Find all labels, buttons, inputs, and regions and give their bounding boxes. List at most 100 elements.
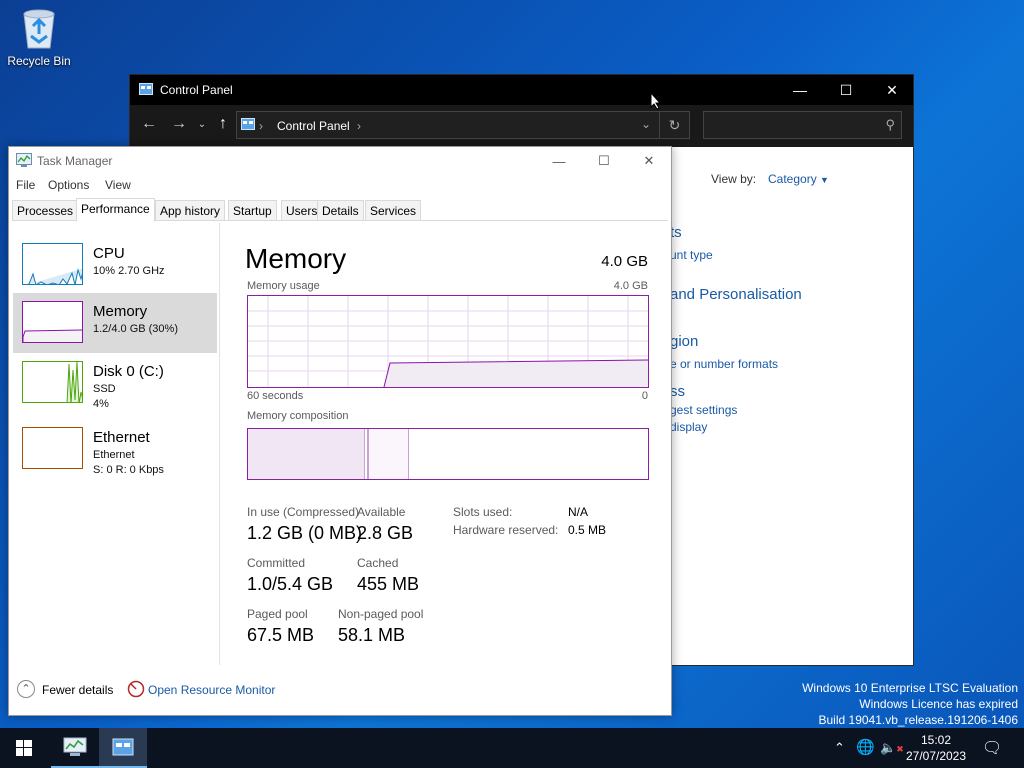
- in-use-segment: [248, 429, 365, 479]
- slots-used-label: Slots used:: [453, 505, 513, 519]
- sidebar-item-ethernet[interactable]: Ethernet Ethernet S: 0 R: 0 Kbps: [13, 419, 217, 479]
- slots-used-value: N/A: [568, 505, 589, 519]
- up-arrow-icon[interactable]: ↑: [211, 115, 235, 133]
- page-title: Memory: [245, 243, 347, 274]
- change-formats-link[interactable]: e or number formats: [670, 357, 778, 371]
- disk-type-text: SSD: [93, 383, 116, 395]
- recycle-bin-icon[interactable]: Recycle Bin: [4, 6, 74, 68]
- disk-usage-text: 4%: [93, 398, 109, 410]
- category-appearance-heading[interactable]: and Personalisation: [670, 286, 802, 303]
- fewer-details-button[interactable]: Fewer details: [42, 683, 113, 697]
- tab-processes[interactable]: Processes: [12, 200, 79, 221]
- network-globe-icon[interactable]: 🌐: [856, 738, 875, 756]
- watermark-line-3: Build 19041.vb_release.191206-1406: [818, 713, 1019, 727]
- tab-app-history[interactable]: App history: [155, 200, 226, 221]
- suggest-settings-link[interactable]: gest settings: [670, 403, 737, 417]
- address-path-box[interactable]: › Control Panel › ⌄: [236, 111, 660, 139]
- ethernet-adapter-text: Ethernet: [93, 449, 135, 461]
- minimize-button[interactable]: —: [536, 147, 582, 175]
- action-center-icon[interactable]: 🗨: [982, 738, 1002, 758]
- memory-detail-panel: Memory 4.0 GB Memory usage 4.0 GB 60 sec…: [221, 223, 671, 665]
- windows-logo-icon: [16, 740, 32, 756]
- memory-composition-bar: [247, 428, 649, 480]
- control-panel-icon: [139, 83, 153, 98]
- category-ease-of-access-heading[interactable]: ss: [670, 383, 685, 400]
- cpu-usage-text: 10% 2.70 GHz: [93, 265, 165, 277]
- optimise-display-link[interactable]: display: [670, 420, 707, 434]
- sidebar-item-disk[interactable]: Disk 0 (C:) SSD 4%: [13, 353, 217, 413]
- control-panel-small-icon: [241, 118, 255, 133]
- sidebar-item-memory[interactable]: Memory 1.2/4.0 GB (30%): [13, 293, 217, 353]
- tab-startup[interactable]: Startup: [228, 200, 277, 221]
- view-by-dropdown[interactable]: Category ▼: [768, 172, 829, 186]
- menu-file[interactable]: File: [16, 178, 35, 192]
- in-use-value: 1.2 GB (0 MB): [247, 523, 363, 543]
- non-paged-pool-label: Non-paged pool: [338, 607, 424, 621]
- tab-details[interactable]: Details: [317, 200, 364, 221]
- forward-arrow-icon[interactable]: →: [167, 115, 191, 133]
- cpu-thumbnail-graph: [22, 243, 83, 285]
- menu-view[interactable]: View: [105, 178, 131, 192]
- breadcrumb-chevron-icon[interactable]: ›: [357, 119, 361, 133]
- committed-value: 1.0/5.4 GB: [247, 574, 334, 594]
- control-panel-titlebar[interactable]: Control Panel — ☐ ✕: [130, 75, 913, 105]
- activation-watermark: Windows 10 Enterprise LTSC Evaluation Wi…: [802, 680, 1018, 728]
- ethernet-thumbnail-graph: [22, 427, 83, 469]
- maximize-button[interactable]: ☐: [823, 75, 869, 105]
- taskbar-clock[interactable]: 15:02 27/07/2023: [900, 732, 972, 764]
- back-arrow-icon[interactable]: ←: [137, 115, 161, 133]
- change-account-type-link[interactable]: unt type: [670, 248, 713, 262]
- task-manager-titlebar[interactable]: Task Manager — ☐ ✕: [9, 147, 671, 175]
- hardware-reserved-value: 0.5 MB: [568, 523, 607, 537]
- watermark-line-1: Windows 10 Enterprise LTSC Evaluation: [802, 681, 1018, 695]
- show-hidden-icons-chevron-icon[interactable]: ⌃: [834, 740, 845, 756]
- memory-usage-label: Memory usage: [247, 280, 320, 292]
- menu-options[interactable]: Options: [48, 178, 89, 192]
- ethernet-label: Ethernet: [93, 429, 150, 446]
- task-manager-window: Task Manager — ☐ ✕ File Options View Pro…: [8, 146, 672, 716]
- minimize-button[interactable]: —: [777, 75, 823, 105]
- breadcrumb-separator-icon: ›: [259, 119, 263, 133]
- memory-composition-label: Memory composition: [247, 410, 349, 422]
- control-panel-taskbar-icon: [112, 738, 134, 756]
- mouse-cursor-icon: [650, 92, 662, 110]
- cpu-label: CPU: [93, 245, 125, 262]
- memory-usage-graph: [247, 295, 649, 388]
- cached-value: 455 MB: [357, 574, 420, 594]
- resource-sidebar: CPU 10% 2.70 GHz Memory 1.2/4.0 GB (30%)…: [9, 223, 220, 665]
- memory-thumbnail-graph: [22, 301, 83, 343]
- category-region-heading[interactable]: gion: [670, 333, 698, 350]
- total-memory-text: 4.0 GB: [601, 253, 648, 270]
- available-label: Available: [357, 505, 406, 519]
- committed-label: Committed: [247, 556, 306, 570]
- search-input[interactable]: ⚲: [703, 111, 902, 139]
- taskbar-task-manager[interactable]: [51, 728, 99, 768]
- start-button[interactable]: [0, 728, 48, 768]
- standby-segment: [369, 429, 409, 479]
- paged-pool-label: Paged pool: [247, 607, 308, 621]
- tab-performance[interactable]: Performance: [76, 198, 155, 222]
- memory-usage-text: 1.2/4.0 GB (30%): [93, 323, 178, 335]
- search-icon: ⚲: [885, 117, 895, 132]
- chevron-up-icon[interactable]: ⌃: [17, 680, 35, 698]
- address-dropdown-icon[interactable]: ⌄: [641, 117, 651, 131]
- taskbar: ⌃ 🌐 🔈✖ 15:02 27/07/2023 🗨: [0, 728, 1024, 768]
- close-button[interactable]: ✕: [626, 147, 672, 175]
- maximize-button[interactable]: ☐: [581, 147, 627, 175]
- sidebar-item-cpu[interactable]: CPU 10% 2.70 GHz: [13, 235, 217, 295]
- taskbar-control-panel[interactable]: [99, 728, 147, 768]
- open-resource-monitor-link[interactable]: Open Resource Monitor: [148, 683, 275, 697]
- task-manager-title: Task Manager: [37, 154, 113, 168]
- watermark-line-2: Windows Licence has expired: [859, 697, 1018, 711]
- view-by-caret-icon: ▼: [820, 175, 829, 185]
- task-manager-taskbar-icon: [63, 737, 87, 756]
- tab-services[interactable]: Services: [365, 200, 422, 221]
- control-panel-title: Control Panel: [160, 83, 233, 97]
- close-button[interactable]: ✕: [869, 75, 915, 105]
- clock-date: 27/07/2023: [905, 749, 967, 763]
- in-use-label: In use (Compressed): [247, 505, 360, 519]
- available-value: 2.8 GB: [357, 523, 414, 543]
- refresh-icon[interactable]: ↻: [660, 111, 690, 139]
- view-by-value: Category: [768, 172, 817, 186]
- recycle-bin-label: Recycle Bin: [7, 54, 71, 68]
